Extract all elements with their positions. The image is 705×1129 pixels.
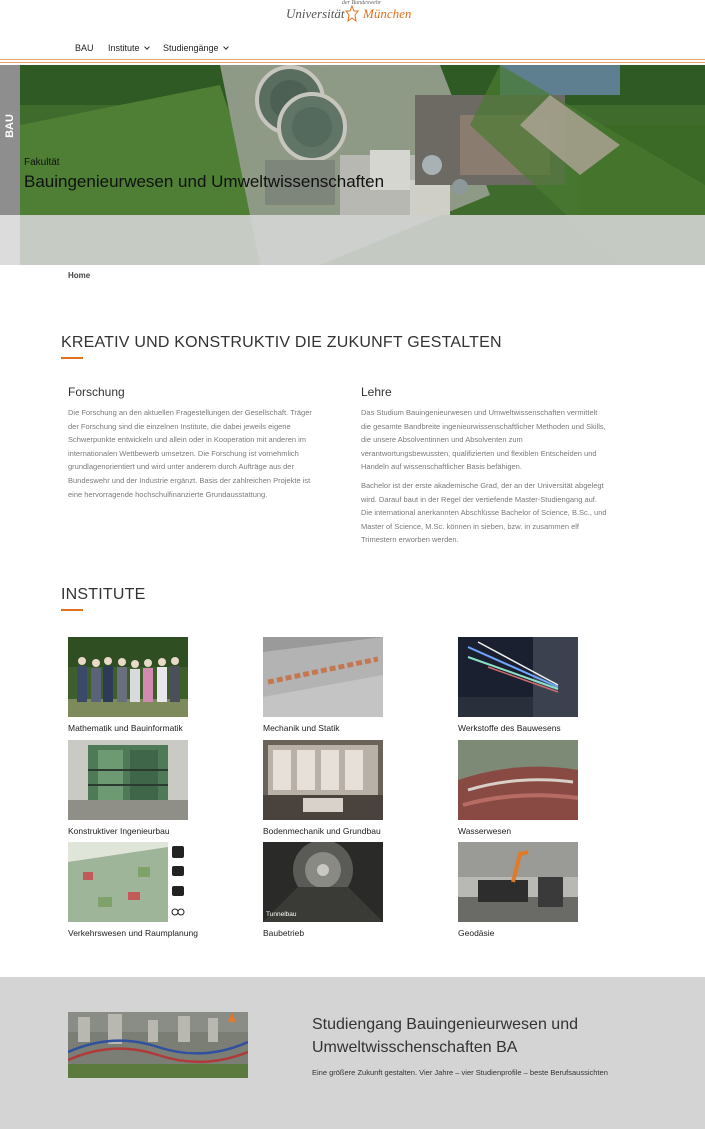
nav-item-label: Institute [108, 43, 140, 53]
study-program-title[interactable]: Studiengang Bauingenieurwesen und Umwelt… [312, 1013, 642, 1059]
nav-item-institute[interactable]: Institute [108, 43, 150, 53]
institute-label: Mathematik und Bauinformatik [68, 723, 183, 733]
institute-card-wasserwesen[interactable]: Wasserwesen [458, 740, 588, 836]
text-line: Schwerpunkte entwickeln und allein oder … [68, 435, 307, 445]
institute-photo [458, 740, 578, 820]
institutes-heading: INSTITUTE [61, 586, 146, 603]
institute-card-konstruktiver[interactable]: Konstruktiver Ingenieurbau [68, 740, 198, 836]
text-line: Bundeswehr und der Industrie ergänzt. Ba… [68, 475, 311, 485]
intro-heading: KREATIV UND KONSTRUKTIV DIE ZUKUNFT GEST… [61, 334, 502, 351]
teaching-text-2: Bachelor ist der erste akademische Grad,… [361, 479, 651, 547]
institute-card-verkehrswesen[interactable]: Verkehrswesen und Raumplanung [68, 842, 198, 938]
text-line: die gesamte Bandbreite ingenieurwissensc… [361, 421, 606, 431]
nav-item-studiengaenge[interactable]: Studiengänge [163, 43, 229, 53]
institute-photo [458, 637, 578, 717]
institute-label: Wasserwesen [458, 826, 512, 836]
institute-photo [263, 637, 383, 717]
institute-photo [68, 637, 188, 717]
text-line: Handeln auf wissenschaftlicher Basis bef… [361, 462, 522, 472]
institute-card-werkstoffe[interactable]: Werkstoffe des Bauwesens [458, 637, 588, 733]
text-line: Die international anerkannten Abschlüsse… [361, 508, 607, 518]
logo-city: München [363, 6, 412, 21]
text-line: Das Studium Bauingenieurwesen und Umwelt… [361, 408, 598, 417]
faculty-side-tab[interactable]: BAU [0, 65, 20, 215]
institute-card-mathematik[interactable]: Mathematik und Bauinformatik [68, 637, 198, 733]
image-caption: Tunnelbau [266, 911, 297, 918]
heading-accent-rule [61, 357, 83, 359]
tunnel-image [263, 842, 383, 922]
nav-item-label: BAU [75, 43, 94, 53]
hero-banner: BAU [0, 65, 705, 265]
nav-item-bau[interactable]: BAU [75, 43, 94, 53]
text-line: wird. Darauf baut in der Regel der verti… [361, 494, 597, 504]
institute-card-geodaesie[interactable]: Geodäsie [458, 842, 588, 938]
institute-photo [263, 740, 383, 820]
chevron-down-icon [222, 43, 229, 50]
text-line: verantwortungsbewussten, qualifizierten … [361, 448, 597, 458]
text-line: grundlagenorientiert und wird unter ande… [68, 462, 294, 472]
institute-photo [458, 842, 578, 922]
institute-label: Konstruktiver Ingenieurbau [68, 826, 170, 836]
hero-title-band [0, 215, 705, 265]
logo-university: Universität [286, 6, 345, 21]
text-line: eine hervorragende hochschulfinanzierte … [68, 489, 268, 499]
institute-photo [68, 842, 188, 922]
text-line: internationalen Wettbewerb umsetzen. Die… [68, 448, 299, 458]
institute-label: Mechanik und Statik [263, 723, 340, 733]
nav-divider [0, 59, 705, 60]
institute-card-bodenmechanik[interactable]: Bodenmechanik und Grundbau [263, 740, 393, 836]
university-logo[interactable]: der Bundeswehr Universität München [0, 0, 705, 30]
text-line: Trimestern erworben werden. [361, 535, 459, 545]
institute-card-mechanik[interactable]: Mechanik und Statik [263, 637, 393, 733]
research-text: Die Forschung an den aktuellen Fragestel… [68, 406, 358, 501]
text-line: Die Forschung an den aktuellen Fragestel… [68, 408, 312, 417]
text-line: die unsere Absolventinnen und Absolvente… [361, 435, 523, 445]
institute-card-baubetrieb[interactable]: Tunnelbau Baubetrieb [263, 842, 393, 938]
nav-divider [0, 62, 705, 63]
chevron-down-icon [143, 43, 150, 50]
research-title: Forschung [68, 385, 125, 399]
institute-label: Werkstoffe des Bauwesens [458, 723, 561, 733]
text-line: der Forschung sind die einzelnen Institu… [68, 421, 291, 431]
institute-label: Geodäsie [458, 928, 495, 938]
institute-label: Verkehrswesen und Raumplanung [68, 928, 198, 938]
nav-item-label: Studiengänge [163, 43, 219, 53]
main-nav: BAU Institute Studiengänge [0, 40, 705, 58]
breadcrumb-home[interactable]: Home [68, 271, 90, 280]
study-program-image[interactable] [68, 1012, 248, 1078]
study-program-text: Eine größere Zukunft gestalten. Vier Jah… [312, 1068, 608, 1077]
teaching-text-1: Das Studium Bauingenieurwesen und Umwelt… [361, 406, 651, 474]
institute-photo [68, 740, 188, 820]
hero-kicker: Fakultät [24, 157, 60, 168]
institute-label: Bodenmechanik und Grundbau [263, 826, 381, 836]
institute-label: Baubetrieb [263, 928, 305, 938]
logo-emblem-icon [345, 5, 359, 23]
teaching-title: Lehre [361, 385, 392, 399]
institute-photo: Tunnelbau [263, 842, 383, 922]
side-tab-label: BAU [4, 114, 16, 138]
heading-accent-rule [61, 609, 83, 611]
page-title: Bauingenieurwesen und Umweltwissenschaft… [24, 172, 385, 191]
text-line: Bachelor ist der erste akademische Grad,… [361, 481, 604, 490]
text-line: Master of Science, M.Sc. können in siebe… [361, 521, 580, 531]
study-program-band: Studiengang Bauingenieurwesen und Umwelt… [0, 977, 705, 1129]
